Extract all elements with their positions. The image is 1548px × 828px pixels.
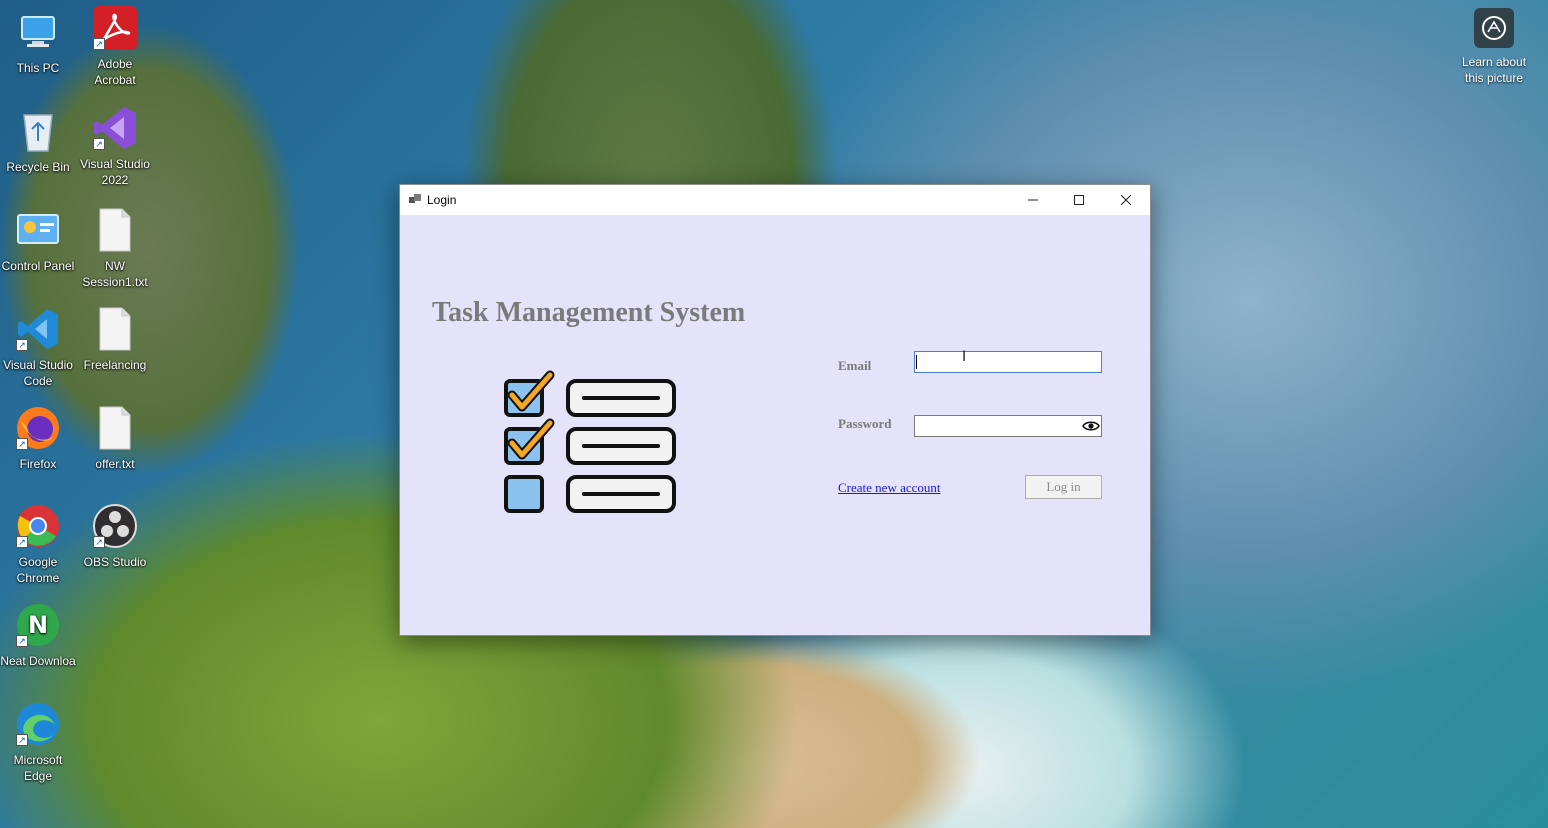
desktop-icon-label: Recycle Bin [6,160,70,174]
desktop-icon-recycle-bin[interactable]: Recycle Bin [0,107,76,175]
desktop-icon-offer[interactable]: offer.txt [77,404,153,472]
close-icon [1121,195,1131,205]
desktop-icon-label: Neat Downloa [0,654,76,668]
desktop-icon-label: Google Chrome [16,555,60,585]
email-field[interactable] [914,351,1102,373]
login-window: Login Task Management System Email I Pas… [399,184,1151,636]
text-file-icon [91,206,139,254]
desktop-icon-edge[interactable]: ↗ Microsoft Edge [0,700,76,784]
text-caret [916,355,917,369]
desktop-icon-label: Adobe Acrobat [94,57,136,87]
app-icon [409,194,421,206]
title-bar[interactable]: Login [400,185,1150,215]
recycle-bin-icon [14,107,62,155]
desktop-icon-label: This PC [16,61,60,75]
desktop-icon-adobe-acrobat[interactable]: ↗ Adobe Acrobat [77,4,153,88]
desktop-icon-nw-session[interactable]: NW Session1.txt [77,206,153,290]
create-account-link[interactable]: Create new account [838,480,941,496]
maximize-icon [1074,195,1084,205]
show-password-eye-icon[interactable] [1082,419,1100,433]
app-heading: Task Management System [432,297,746,328]
mouse-ibeam-cursor: I [962,349,967,365]
shortcut-arrow-icon: ↗ [16,734,28,746]
desktop-icon-label: offer.txt [95,457,135,471]
adobe-acrobat-icon: ↗ [91,4,139,52]
desktop-icon-freelancing[interactable]: Freelancing [77,305,153,373]
desktop-icon-label: Visual Studio Code [3,358,73,388]
desktop-icon-firefox[interactable]: ↗ Firefox [0,404,76,472]
password-label: Password [838,416,892,431]
vscode-icon: ↗ [14,305,62,353]
shortcut-arrow-icon: ↗ [16,438,28,450]
desktop-icon-label: OBS Studio [83,555,147,569]
minimize-icon [1028,199,1038,201]
desktop-icon-neat-download[interactable]: N ↗ Neat Downloa [0,601,76,669]
this-pc-icon [14,8,62,56]
visual-studio-icon: ↗ [91,104,139,152]
minimize-button[interactable] [1010,185,1056,215]
shortcut-arrow-icon: ↗ [16,635,28,647]
maximize-button[interactable] [1056,185,1102,215]
checklist-row-1 [504,370,676,417]
learn-about-picture[interactable]: Learn about this picture [1456,8,1532,86]
desktop-icon-label: Microsoft Edge [13,753,63,783]
text-file-icon [91,305,139,353]
checklist-row-2 [504,418,676,465]
shortcut-arrow-icon: ↗ [93,138,105,150]
shortcut-arrow-icon: ↗ [93,536,105,548]
desktop-icon-chrome[interactable]: ↗ Google Chrome [0,502,76,586]
shortcut-arrow-icon: ↗ [16,536,28,548]
desktop-icon-vscode[interactable]: ↗ Visual Studio Code [0,305,76,389]
svg-text:N: N [28,611,48,639]
edge-icon: ↗ [14,700,62,748]
window-title: Login [427,193,457,207]
desktop-icon-label: Freelancing [83,358,147,372]
learn-about-picture-label: Learn about this picture [1461,55,1527,85]
obs-icon: ↗ [91,502,139,550]
email-label: Email [838,358,872,373]
text-file-icon [91,404,139,452]
login-button[interactable]: Log in [1025,475,1102,499]
firefox-icon: ↗ [14,404,62,452]
desktop-icon-label: NW Session1.txt [82,259,148,289]
checklist-row-3 [504,475,676,513]
desktop-icon-control-panel[interactable]: Control Panel [0,206,76,274]
desktop-icon-label: Visual Studio 2022 [80,157,150,187]
password-field[interactable] [914,415,1102,437]
desktop-icon-visual-studio[interactable]: ↗ Visual Studio 2022 [77,104,153,188]
desktop-icon-obs[interactable]: ↗ OBS Studio [77,502,153,570]
neat-download-icon: N ↗ [14,601,62,649]
desktop-icon-label: Control Panel [1,259,75,273]
task-checklist-illustration [504,370,676,513]
shortcut-arrow-icon: ↗ [16,339,28,351]
desktop-icon-this-pc[interactable]: This PC [0,8,76,76]
desktop-icon-label: Firefox [19,457,57,471]
control-panel-icon [14,206,62,254]
shortcut-arrow-icon: ↗ [93,38,105,50]
camera-icon [1474,8,1514,48]
chrome-icon: ↗ [14,502,62,550]
close-button[interactable] [1103,185,1149,215]
